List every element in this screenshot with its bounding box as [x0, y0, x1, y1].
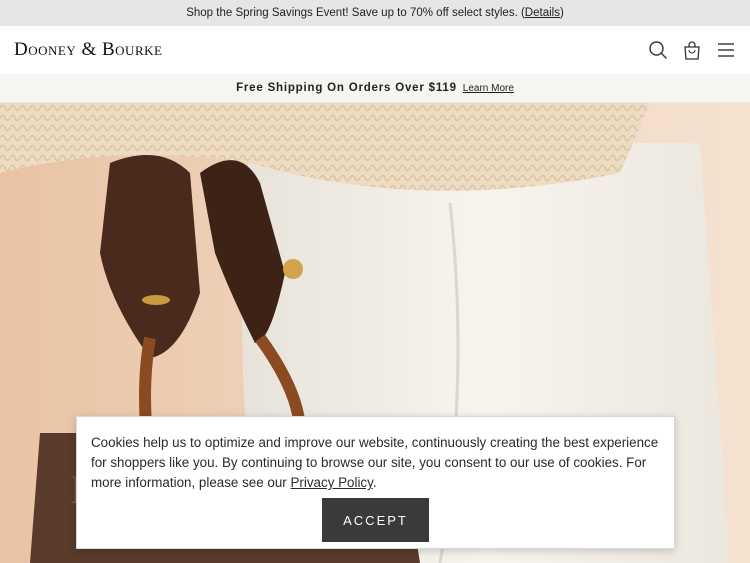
menu-icon[interactable] [716, 40, 736, 60]
promo-bar: Shop the Spring Savings Event! Save up t… [0, 0, 750, 26]
shopping-bag-icon[interactable] [682, 40, 702, 60]
privacy-policy-link[interactable]: Privacy Policy [290, 475, 372, 490]
site-header: Dooney & Bourke [0, 26, 750, 74]
header-icons [648, 40, 736, 60]
promo-close-paren: ) [559, 7, 564, 19]
cookie-period: . [372, 475, 377, 490]
promo-details-link[interactable]: Details [525, 7, 560, 19]
learn-more-link[interactable]: Learn More [463, 83, 514, 94]
accept-cookies-button[interactable]: ACCEPT [322, 498, 429, 542]
shipping-text: Free Shipping On Orders Over $119 [236, 82, 457, 94]
cookie-banner: Cookies help us to optimize and improve … [76, 416, 675, 549]
shipping-bar: Free Shipping On Orders Over $119 Learn … [0, 74, 750, 103]
search-icon[interactable] [648, 40, 668, 60]
cookie-text: Cookies help us to optimize and improve … [91, 433, 660, 493]
promo-text: Shop the Spring Savings Event! Save up t… [186, 7, 525, 19]
brand-logo[interactable]: Dooney & Bourke [14, 39, 162, 61]
